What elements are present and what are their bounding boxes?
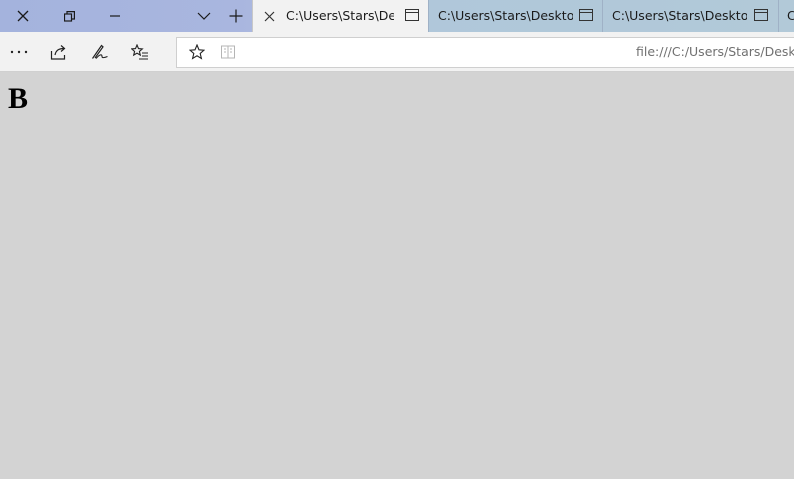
tab-title: C:\Users\Stars\Desktop — [438, 8, 573, 23]
tab-title: C:\Users\Stars\Desktop — [612, 8, 747, 23]
title-bar: C:\Users\Stars\Desk C:\Users\Stars\Deskt… — [0, 0, 794, 32]
tab-preview-button[interactable] — [405, 9, 419, 21]
tab-inactive[interactable]: C:\Users\Stars\Desktop — [428, 0, 602, 32]
reading-view-button — [212, 36, 244, 68]
chevron-down-icon — [197, 12, 211, 20]
share-button[interactable] — [43, 36, 75, 68]
restore-window-button[interactable] — [46, 0, 92, 32]
favorites-hub-button[interactable] — [124, 36, 156, 68]
tab-preview-icon — [405, 9, 419, 21]
tab-preview-button[interactable] — [579, 9, 593, 21]
tab-inactive[interactable]: C:\Users\Stars\Desktop — [602, 0, 778, 32]
url-text[interactable]: file:///C:/Users/Stars/Deskto — [636, 44, 794, 59]
page-heading: B — [8, 82, 29, 115]
favorites-list-icon — [131, 44, 148, 60]
tab-preview-button[interactable] — [754, 9, 768, 21]
tab-preview-icon — [579, 9, 593, 21]
minimize-window-button[interactable] — [92, 0, 138, 32]
close-icon — [264, 11, 275, 22]
tab-preview-icon — [754, 9, 768, 21]
minimize-icon — [110, 15, 120, 17]
close-icon — [17, 10, 29, 22]
plus-icon — [229, 9, 243, 23]
tab-close-button[interactable] — [264, 10, 275, 25]
add-notes-button[interactable] — [84, 36, 116, 68]
tab-title: C: — [787, 8, 794, 23]
more-options-button[interactable] — [3, 36, 35, 68]
star-icon — [189, 44, 205, 60]
restore-icon — [63, 10, 75, 22]
tab-title: C:\Users\Stars\Desk — [286, 8, 394, 23]
page-content: B — [0, 72, 794, 479]
close-window-button[interactable] — [0, 0, 46, 32]
reading-view-icon — [221, 45, 235, 59]
more-icon — [10, 50, 28, 54]
pen-icon — [92, 44, 108, 59]
add-favorite-button[interactable] — [181, 36, 213, 68]
share-icon — [50, 45, 66, 60]
tab-inactive[interactable]: C: — [778, 0, 794, 32]
tab-active[interactable]: C:\Users\Stars\Desk — [252, 0, 428, 32]
